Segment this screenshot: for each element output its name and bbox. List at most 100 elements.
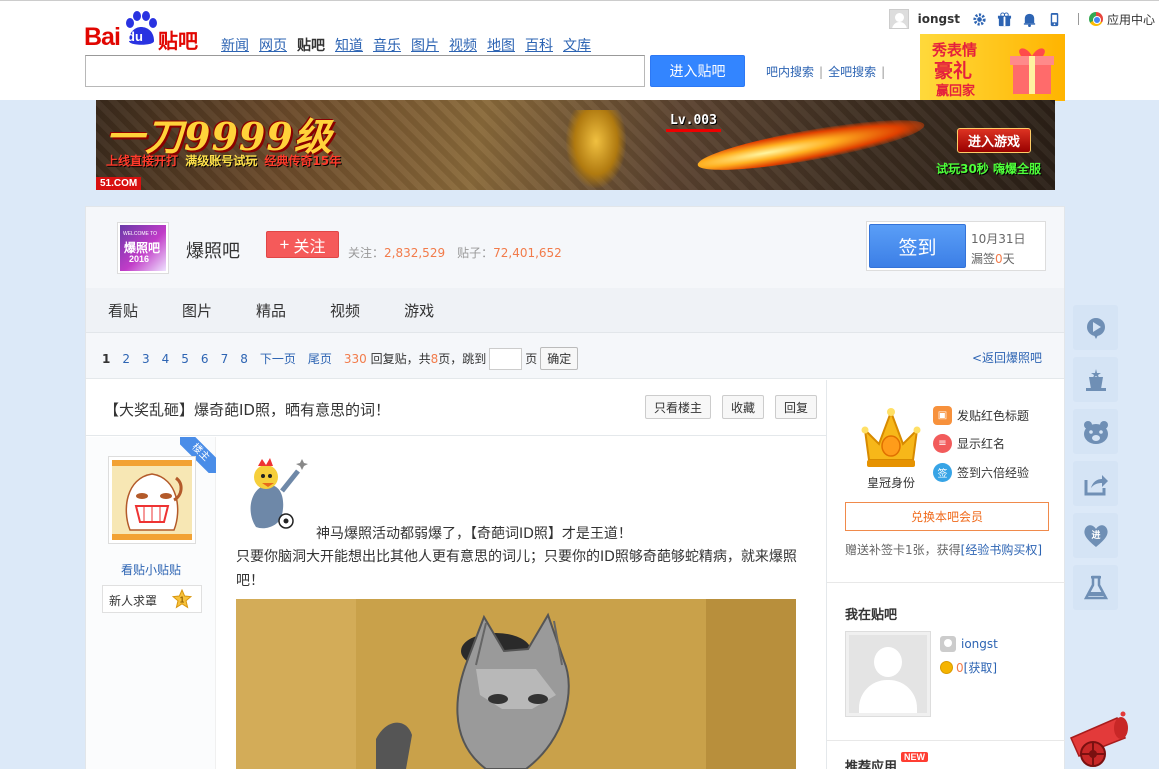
promo-line-2: 豪礼 [934, 60, 973, 82]
ad-warrior-figure [566, 110, 626, 188]
tab-posts[interactable]: 看贴 [108, 300, 138, 321]
search-in-forum-link[interactable]: 吧内搜索 [766, 65, 814, 79]
level-star-icon: 1 [172, 589, 192, 609]
my-username-text: iongst [961, 637, 998, 651]
nav-tieba[interactable]: 贴吧 [297, 35, 325, 55]
ad-sub-b: 满级账号试玩 [185, 154, 258, 168]
baidu-tieba-logo[interactable]: Bai du 贴吧 [84, 11, 206, 53]
phone-icon[interactable] [1047, 11, 1063, 27]
nav-video[interactable]: 视频 [449, 35, 477, 55]
ad-subline: 上线直接开打 满级账号试玩 经典传奇15年 [106, 152, 341, 169]
page-5[interactable]: 5 [181, 352, 189, 366]
tab-featured[interactable]: 精品 [256, 300, 286, 321]
float-share-button[interactable] [1073, 461, 1118, 506]
nav-music[interactable]: 音乐 [373, 35, 401, 55]
sign-in-button[interactable]: 签到 [869, 224, 966, 268]
crown-icon [861, 408, 921, 467]
jump-confirm-button[interactable]: 确定 [540, 347, 579, 370]
page-2[interactable]: 2 [122, 352, 130, 366]
next-page-link[interactable]: 下一页 [260, 350, 296, 367]
heart-text: 进 [1091, 529, 1100, 541]
forum-name[interactable]: 爆照吧 [186, 237, 240, 263]
bear-icon [1083, 420, 1108, 444]
thread-main: 1 2 3 4 5 6 7 8 下一页 尾页 330 回复贴，共8页，跳到 页 … [85, 333, 1065, 769]
jump-page-input[interactable] [489, 347, 523, 370]
forum-avatar[interactable]: WELCOME TO 爆照吧 2016 [117, 222, 169, 274]
reply-button[interactable]: 回复 [775, 395, 818, 419]
page-8[interactable]: 8 [240, 352, 248, 366]
promo-line-3: 赢回家 [936, 84, 976, 99]
sidebar-divider [827, 740, 1065, 741]
sign-missed: 漏签0天 [971, 250, 1015, 267]
ad-brand-tag: 51.COM [96, 177, 142, 190]
page-6[interactable]: 6 [201, 352, 209, 366]
default-avatar-image [849, 635, 927, 713]
bell-icon[interactable] [1022, 11, 1038, 27]
nav-web[interactable]: 网页 [259, 35, 287, 55]
tab-video[interactable]: 视频 [330, 300, 360, 321]
author-avatar[interactable] [108, 456, 196, 544]
my-coins: 0 [获取] [940, 659, 997, 676]
last-page-link[interactable]: 尾页 [308, 350, 332, 367]
emoji-promo-banner[interactable]: 秀表情 豪礼 赢回家 [920, 34, 1065, 101]
author-level-badge[interactable]: 新人求罩 1 [102, 585, 202, 613]
follow-button[interactable]: + 关注 [266, 231, 339, 258]
gear-icon[interactable] [972, 11, 988, 27]
float-flask-button[interactable] [1073, 565, 1118, 610]
float-bear-button[interactable] [1073, 409, 1118, 454]
get-coins-link[interactable]: [获取] [964, 659, 997, 676]
search-input[interactable] [85, 55, 645, 87]
post-photo-wolf-mask[interactable] [236, 599, 796, 769]
nav-baike[interactable]: 百科 [525, 35, 553, 55]
only-op-button[interactable]: 只看楼主 [645, 395, 712, 419]
cannon-icon[interactable] [1065, 708, 1137, 769]
nav-zhidao[interactable]: 知道 [335, 35, 363, 55]
enter-tieba-button[interactable]: 进入贴吧 [650, 55, 745, 87]
float-play-button[interactable] [1073, 305, 1118, 350]
float-heart-button[interactable]: 进 [1073, 513, 1118, 558]
nav-news[interactable]: 新闻 [221, 35, 249, 55]
gift-icon[interactable] [997, 11, 1013, 27]
ad-try-text: 试玩30秒 嗨爆全服 [936, 162, 1041, 176]
posts-count: 72,401,652 [493, 246, 562, 260]
ad-level-label: Lv.003 [666, 113, 721, 132]
game-ad-banner[interactable]: 一刀9999级 上线直接开打 满级账号试玩 经典传奇15年 Lv.003 进入游… [96, 100, 1055, 190]
page-1[interactable]: 1 [102, 352, 110, 366]
page-unit: 页 [525, 352, 538, 366]
app-center-link[interactable]: 应用中心 [1088, 11, 1155, 28]
exp-book-link[interactable]: [经验书购买权] [961, 543, 1042, 557]
missed-prefix: 漏签 [971, 252, 996, 266]
user-bar: iongst 应用中心 [888, 7, 1159, 31]
exchange-vip-button[interactable]: 兑换本吧会员 [845, 502, 1049, 531]
my-avatar[interactable] [845, 631, 931, 717]
float-magic-button[interactable] [1073, 357, 1118, 402]
page-3[interactable]: 3 [142, 352, 150, 366]
my-username[interactable]: iongst [940, 636, 998, 652]
right-sidebar: 皇冠身份 ▣ 发贴红色标题 ≡ 显示红名 签 签到六倍经验 兑换本吧会员 赠送补… [826, 380, 1065, 769]
search-all-link[interactable]: 全吧搜索 [828, 65, 876, 79]
scope-separator: | [819, 65, 824, 79]
page-4[interactable]: 4 [162, 352, 170, 366]
user-avatar-small[interactable] [888, 9, 909, 29]
share-icon [1084, 474, 1108, 495]
author-column: 楼主 看贴小贴贴 新人求罩 1 [86, 437, 216, 769]
forum-avatar-image: WELCOME TO 爆照吧 2016 [120, 225, 166, 271]
perk-label: 显示红名 [957, 437, 1006, 451]
vip-note-text: 赠送补签卡1张，获得 [845, 543, 961, 557]
nav-map[interactable]: 地图 [487, 35, 515, 55]
forum-avatar-year: 2016 [129, 254, 150, 264]
reply-info: 330 回复贴，共8页，跳到 [344, 350, 486, 367]
follow-label: 关注 [293, 238, 326, 256]
author-name[interactable]: 看贴小贴贴 [86, 561, 216, 578]
favorite-button[interactable]: 收藏 [722, 395, 765, 419]
new-badge: NEW [901, 752, 928, 762]
back-to-forum-link[interactable]: <返回爆照吧 [972, 349, 1042, 366]
tab-games[interactable]: 游戏 [404, 300, 434, 321]
username-link[interactable]: iongst [918, 12, 960, 26]
tab-images[interactable]: 图片 [182, 300, 212, 321]
nav-images[interactable]: 图片 [411, 35, 439, 55]
page-7[interactable]: 7 [221, 352, 229, 366]
recommended-apps-title: 推荐应用 [845, 760, 898, 769]
nav-wenku[interactable]: 文库 [563, 35, 591, 55]
ad-enter-game-button[interactable]: 进入游戏 [956, 128, 1031, 153]
